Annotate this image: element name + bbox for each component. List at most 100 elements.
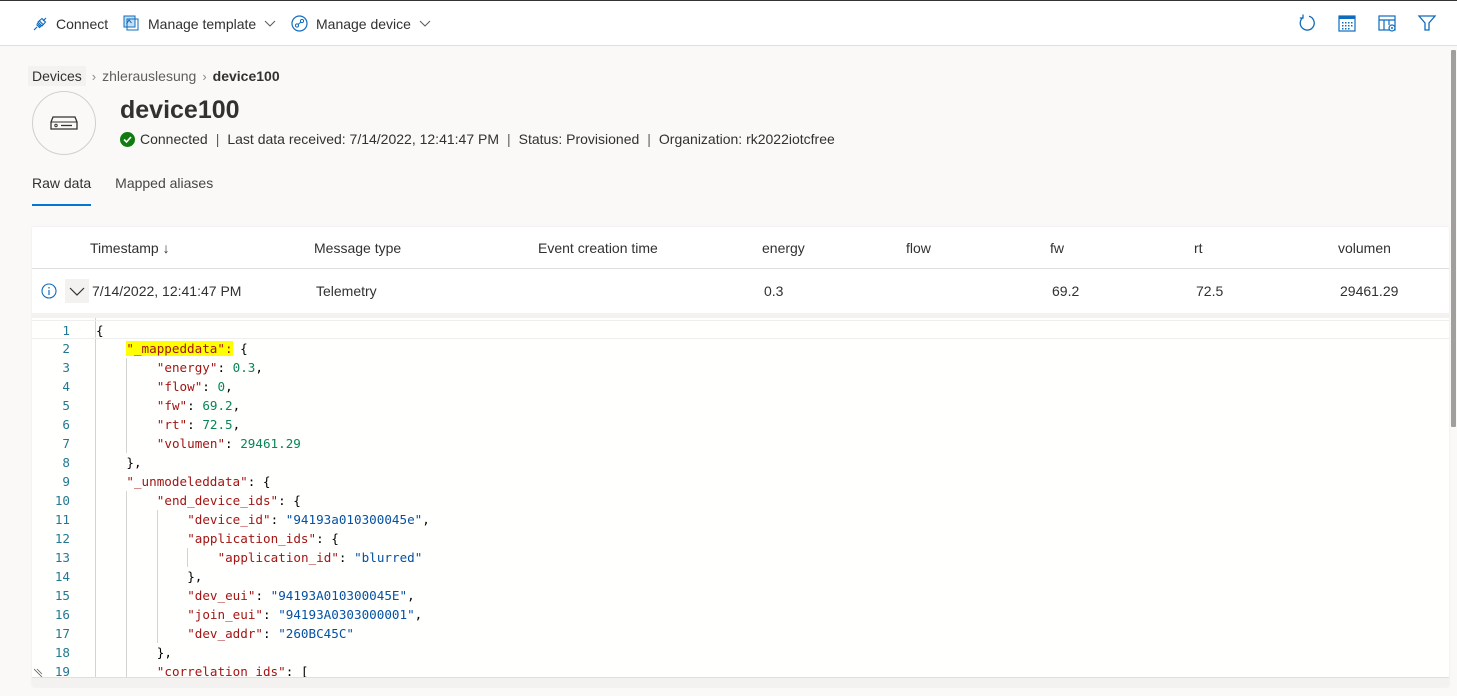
json-string: "94193A0303000001" [278,607,415,622]
column-header-message-type[interactable]: Message type [314,227,401,269]
json-punctuation: : [187,398,203,413]
chevron-down-icon [419,20,431,27]
tab-list: Raw data Mapped aliases [32,175,237,206]
breadcrumb-devices[interactable]: Devices [28,66,86,86]
code-text: "flow": 0, [157,377,233,396]
collapse-row-button[interactable] [65,279,89,303]
json-key: "end_device_ids" [156,493,279,508]
indent-guide [126,643,128,662]
column-header-rt[interactable]: rt [1194,227,1203,269]
info-icon[interactable] [41,283,57,299]
line-number: 3 [62,360,70,375]
json-code-editor[interactable]: 1{2 "_mappeddata": {3 "energy": 0.3, 4 "flow… [32,318,1449,687]
device-title: device100 [120,96,240,124]
divider: | [215,131,220,147]
cell-energy: 0.3 [764,283,784,299]
calendar-icon[interactable] [1337,13,1357,33]
table-header: Timestamp ↓ Message type Event creation … [32,227,1449,269]
json-punctuation: : [270,512,286,527]
indent-guide [126,529,128,548]
column-header-volumen[interactable]: volumen [1338,227,1391,269]
cell-fw: 69.2 [1052,283,1080,299]
code-line: 1{ [32,320,1449,339]
json-punctuation: { [232,341,248,356]
manage-template-menu[interactable]: Manage template [123,1,276,46]
last-data-received: Last data received: 7/14/2022, 12:41:47 … [227,131,499,147]
manage-device-menu[interactable]: Manage device [291,1,431,46]
indent-guide [126,510,128,529]
chevron-right-icon: › [91,68,97,84]
json-punctuation: , [414,607,423,622]
json-number: 72.5 [202,417,233,432]
manage-device-label: Manage device [316,15,411,32]
code-text: "application_id": "blurred" [218,548,423,567]
code-text: "rt": 72.5, [157,415,240,434]
line-number: 7 [62,436,70,451]
table-settings-icon[interactable] [1377,13,1397,33]
indent-guide [156,548,158,567]
column-header-timestamp[interactable]: Timestamp ↓ [90,227,170,269]
code-text: { [96,321,104,340]
json-punctuation: : [263,607,279,622]
line-number: 10 [54,493,70,508]
code-text: "application_ids": { [187,529,339,548]
json-punctuation: : [338,550,355,565]
line-number: 15 [54,588,70,603]
code-text: "_unmodeleddata": { [126,472,270,491]
json-punctuation: { [96,323,104,338]
refresh-icon[interactable] [1297,13,1317,33]
tab-raw-data[interactable]: Raw data [32,175,92,206]
json-punctuation: : { [278,493,301,508]
code-line: 2 "_mappeddata": { [32,339,1449,358]
device-manage-icon [291,15,308,32]
line-number: 1 [62,323,70,338]
horizontal-scrollbar-track[interactable] [32,677,1449,687]
indent-guide [187,548,189,567]
json-key: "dev_addr" [187,626,264,641]
indent-guide [126,415,128,434]
line-number: 9 [62,474,70,489]
code-text: }, [157,643,172,662]
column-header-flow[interactable]: flow [906,227,931,269]
column-header-event-creation-time[interactable]: Event creation time [538,227,658,269]
code-line: 10 "end_device_ids": { [32,491,1449,510]
json-key: "join_eui" [187,607,264,622]
command-bar: Connect Manage template Manage device [0,0,1457,46]
column-header-fw[interactable]: fw [1050,227,1064,269]
breadcrumb-template[interactable]: zhlerauslesung [102,68,196,84]
connect-label: Connect [56,15,109,32]
device-avatar [32,91,96,155]
indent-guide [126,377,128,396]
tab-mapped-aliases[interactable]: Mapped aliases [115,175,213,206]
code-text: "dev_addr": "260BC45C" [187,624,354,643]
cell-rt: 72.5 [1196,283,1224,299]
json-key: "application_ids" [187,531,317,546]
line-number: 16 [54,607,70,622]
provision-status: Status: Provisioned [518,131,640,147]
code-text: "end_device_ids": { [157,491,301,510]
vertical-scrollbar[interactable] [1451,50,1456,427]
divider: | [647,131,651,147]
indent-guide [156,605,158,624]
connect-button[interactable]: Connect [32,1,108,46]
indent-guide [156,529,158,548]
json-punctuation: : { [247,474,271,489]
code-line: 8}, [32,453,1449,472]
table-row[interactable]: 7/14/2022, 12:41:47 PM Telemetry 0.3 69.… [32,269,1449,313]
breadcrumb: Devices › zhlerauslesung › device100 [28,66,280,86]
json-string: "94193A010300045E" [270,588,408,603]
json-punctuation: , [422,512,430,527]
code-text: "energy": 0.3, [157,358,263,377]
json-punctuation: , [255,360,263,375]
code-line: 15 "dev_eui": "94193A010300045E", [32,586,1449,605]
line-number: 18 [54,645,70,660]
plug-icon [33,17,47,30]
json-punctuation: }, [156,645,172,660]
json-punctuation: : { [316,531,339,546]
indent-guide [126,605,128,624]
device-icon [50,116,78,130]
template-icon [123,15,139,31]
filter-icon[interactable] [1417,13,1437,33]
breadcrumb-current: device100 [212,68,280,84]
column-header-energy[interactable]: energy [762,227,805,269]
